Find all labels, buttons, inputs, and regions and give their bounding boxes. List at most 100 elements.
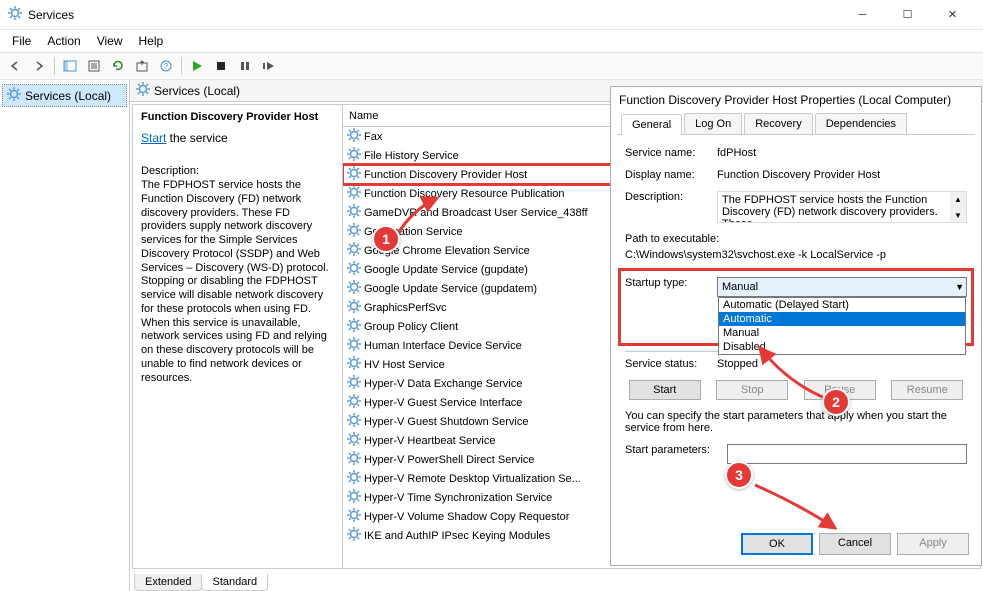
close-button[interactable]: ✕ [930,0,975,30]
gear-icon [347,166,361,183]
label-display-name: Display name: [625,169,717,181]
forward-button[interactable] [28,55,50,77]
tab-general[interactable]: General [621,114,682,135]
gear-icon [347,394,361,411]
startup-dropdown[interactable]: Automatic (Delayed Start)AutomaticManual… [718,297,966,355]
annotation-1: 1 [372,225,400,253]
gear-icon [347,489,361,506]
start-suffix: the service [166,131,227,145]
resume-button[interactable]: Resume [891,380,963,400]
service-name: Google Update Service (gupdatem) [364,283,537,295]
properties-dialog: Function Discovery Provider Host Propert… [610,86,982,566]
annotation-2: 2 [822,388,850,416]
dropdown-option[interactable]: Manual [719,326,965,340]
gear-icon [347,337,361,354]
tab-logon[interactable]: Log On [684,113,742,134]
export-button[interactable] [131,55,153,77]
label-start-params: Start parameters: [625,444,727,456]
tree-pane: Services (Local) [0,80,130,591]
properties-icon[interactable] [83,55,105,77]
tab-extended[interactable]: Extended [134,574,202,591]
service-name: GameDVR and Broadcast User Service_438ff [364,207,588,219]
service-name: Human Interface Device Service [364,340,522,352]
gear-icon [347,451,361,468]
scroll-down-icon[interactable]: ▼ [950,208,966,222]
service-name: GraphicsPerfSvc [364,302,447,314]
menu-action[interactable]: Action [39,32,88,50]
description-text: The FDPHOST service hosts the Function D… [141,179,334,385]
gear-icon [347,223,361,240]
titlebar: Services ─ ☐ ✕ [0,0,983,30]
service-name: Hyper-V Guest Shutdown Service [364,416,528,428]
service-name: Hyper-V Remote Desktop Virtualization Se… [364,473,581,485]
apply-button[interactable]: Apply [897,533,969,555]
minimize-button[interactable]: ─ [840,0,885,30]
gear-icon [347,185,361,202]
service-name: Hyper-V Volume Shadow Copy Requestor [364,511,569,523]
value-display-name: Function Discovery Provider Host [717,169,967,181]
menu-file[interactable]: File [4,32,39,50]
gear-icon [347,413,361,430]
tab-recovery[interactable]: Recovery [744,113,812,134]
gear-icon [347,242,361,259]
menu-help[interactable]: Help [131,32,172,50]
value-service-status: Stopped [717,358,967,370]
label-startup-type: Startup type: [625,277,717,289]
service-name: IKE and AuthIP IPsec Keying Modules [364,530,550,542]
window-title: Services [28,8,840,22]
gear-icon [347,204,361,221]
start-button[interactable]: Start [629,380,701,400]
menu-view[interactable]: View [89,32,131,50]
value-path: C:\Windows\system32\svchost.exe -k Local… [625,249,967,261]
description-readonly: The FDPHOST service hosts the Function D… [717,191,967,223]
service-name: Hyper-V PowerShell Direct Service [364,454,535,466]
stop-service-button[interactable] [210,55,232,77]
service-name: Function Discovery Provider Host [364,169,527,181]
scroll-up-icon[interactable]: ▲ [950,192,966,206]
view-tabs: Extended Standard [130,571,983,591]
start-service-link[interactable]: Start [141,131,166,145]
ok-button[interactable]: OK [741,533,813,555]
gear-icon [347,261,361,278]
service-name: Function Discovery Resource Publication [364,188,565,200]
show-hide-tree-button[interactable] [59,55,81,77]
value-service-name: fdPHost [717,147,967,159]
cancel-button[interactable]: Cancel [819,533,891,555]
refresh-button[interactable] [107,55,129,77]
description-label: Description: [141,165,334,177]
startup-selected-value: Manual [722,281,758,293]
stop-button[interactable]: Stop [716,380,788,400]
service-name: Hyper-V Guest Service Interface [364,397,522,409]
help-button[interactable]: ? [155,55,177,77]
tab-dependencies[interactable]: Dependencies [815,113,907,134]
service-name: Hyper-V Data Exchange Service [364,378,522,390]
startup-type-select[interactable]: Manual ▼ Automatic (Delayed Start)Automa… [717,277,967,297]
service-name: Fax [364,131,382,143]
gear-icon [7,87,21,104]
back-button[interactable] [4,55,26,77]
label-path: Path to executable: [625,233,967,245]
tree-root-services[interactable]: Services (Local) [2,84,127,107]
gear-icon [347,147,361,164]
gear-icon [347,299,361,316]
label-service-name: Service name: [625,147,717,159]
gear-icon [347,356,361,373]
service-name: Hyper-V Heartbeat Service [364,435,495,447]
maximize-button[interactable]: ☐ [885,0,930,30]
tree-root-label: Services (Local) [25,89,111,103]
menubar: File Action View Help [0,30,983,52]
tab-standard[interactable]: Standard [201,574,268,591]
label-description: Description: [625,191,717,203]
dropdown-option[interactable]: Automatic (Delayed Start) [719,298,965,312]
service-name: HV Host Service [364,359,445,371]
start-parameters-input[interactable] [727,444,967,464]
dialog-title: Function Discovery Provider Host Propert… [611,87,981,113]
dropdown-option[interactable]: Automatic [719,312,965,326]
dropdown-option[interactable]: Disabled [719,340,965,354]
start-service-button[interactable] [186,55,208,77]
gear-icon [347,508,361,525]
selected-service-name: Function Discovery Provider Host [141,111,334,123]
pause-service-button[interactable] [234,55,256,77]
label-service-status: Service status: [625,358,717,370]
restart-service-button[interactable] [258,55,280,77]
